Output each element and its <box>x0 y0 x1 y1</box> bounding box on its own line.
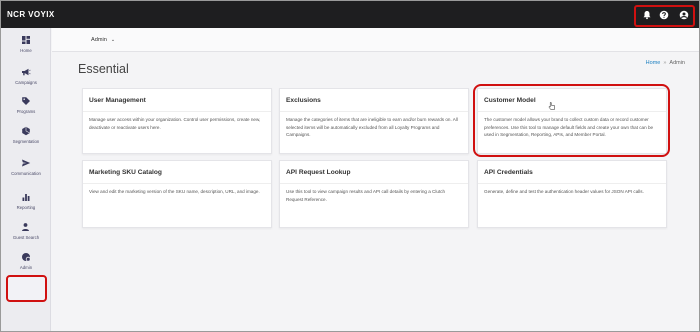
customer-model-highlight <box>473 84 670 157</box>
sidebar-item-label: Programs <box>16 109 36 114</box>
sidebar-item-label: Segmentation <box>12 139 40 144</box>
card-user-management[interactable]: User Management Manage user access withi… <box>82 88 272 154</box>
card-api-request-lookup[interactable]: API Request Lookup Use this tool to view… <box>279 160 469 228</box>
card-divider <box>83 183 271 184</box>
tag-icon <box>21 96 31 106</box>
admin-dropdown-label: Admin <box>91 37 107 43</box>
card-divider <box>83 111 271 112</box>
sidebar-item-label: Guest Search <box>12 235 40 240</box>
card-exclusions[interactable]: Exclusions Manage the categories of item… <box>279 88 469 154</box>
chart-icon <box>21 192 31 202</box>
top-bar: NCR VOYIX <box>1 1 699 28</box>
card-title: Exclusions <box>286 97 321 104</box>
send-icon <box>21 158 31 168</box>
sidebar-item-admin[interactable]: Admin <box>1 252 51 280</box>
card-description: View and edit the marketing version of t… <box>89 189 260 194</box>
card-api-credentials[interactable]: API Credentials Generate, define and tes… <box>477 160 667 228</box>
sidebar-item-label: Admin <box>19 265 33 270</box>
sidebar-item-label: Communication <box>11 171 41 176</box>
card-divider <box>280 183 468 184</box>
card-description: Use this tool to view campaign results a… <box>286 189 446 202</box>
bell-icon[interactable] <box>642 10 652 20</box>
account-icon[interactable] <box>679 10 689 20</box>
sidebar-item-label: Home <box>20 48 32 53</box>
help-icon[interactable] <box>659 10 669 20</box>
admin-dropdown[interactable]: Admin ⌄ <box>91 37 115 43</box>
card-marketing-sku-catalog[interactable]: Marketing SKU Catalog View and edit the … <box>82 160 272 228</box>
chevron-down-icon: ⌄ <box>110 37 116 43</box>
home-icon <box>21 35 31 45</box>
app-window: NCR VOYIX Home Campaigns Programs Segmen… <box>0 0 700 332</box>
breadcrumb-separator: » <box>663 60 667 66</box>
breadcrumb: Home» Admin <box>646 60 685 66</box>
admin-icon <box>21 252 31 262</box>
breadcrumb-home-link[interactable]: Home <box>646 60 661 66</box>
sidebar-item-campaigns[interactable]: Campaigns <box>1 67 51 95</box>
sidebar-item-reporting[interactable]: Reporting <box>1 192 51 220</box>
card-description: Manage the categories of items that are … <box>286 117 458 138</box>
guest-search-icon <box>21 222 31 232</box>
breadcrumb-current: Admin <box>669 60 685 66</box>
mouse-cursor-icon <box>548 98 556 110</box>
card-divider <box>280 111 468 112</box>
card-title: API Credentials <box>484 169 533 176</box>
page-title: Essential <box>78 62 129 76</box>
sidebar-item-home[interactable]: Home <box>1 35 51 63</box>
sidebar-item-programs[interactable]: Programs <box>1 96 51 124</box>
sub-header: Admin ⌄ <box>52 28 699 52</box>
brand-logo[interactable]: NCR VOYIX <box>7 10 55 19</box>
sidebar-item-segmentation[interactable]: Segmentation <box>1 126 51 154</box>
card-divider <box>478 183 666 184</box>
card-title: API Request Lookup <box>286 169 351 176</box>
sidebar-nav: Home Campaigns Programs Segmentation Com <box>1 28 51 331</box>
sidebar-item-label: Campaigns <box>15 80 37 85</box>
card-description: Generate, define and test the authentica… <box>484 189 644 194</box>
megaphone-icon <box>21 67 31 77</box>
segmentation-icon <box>21 126 31 136</box>
card-title: Marketing SKU Catalog <box>89 169 162 176</box>
sidebar-item-communication[interactable]: Communication <box>1 158 51 186</box>
sidebar-item-label: Reporting <box>16 205 36 210</box>
card-description: Manage user access within your organizat… <box>89 117 261 130</box>
card-title: User Management <box>89 97 146 104</box>
sidebar-item-guest-search[interactable]: Guest Search <box>1 222 51 250</box>
